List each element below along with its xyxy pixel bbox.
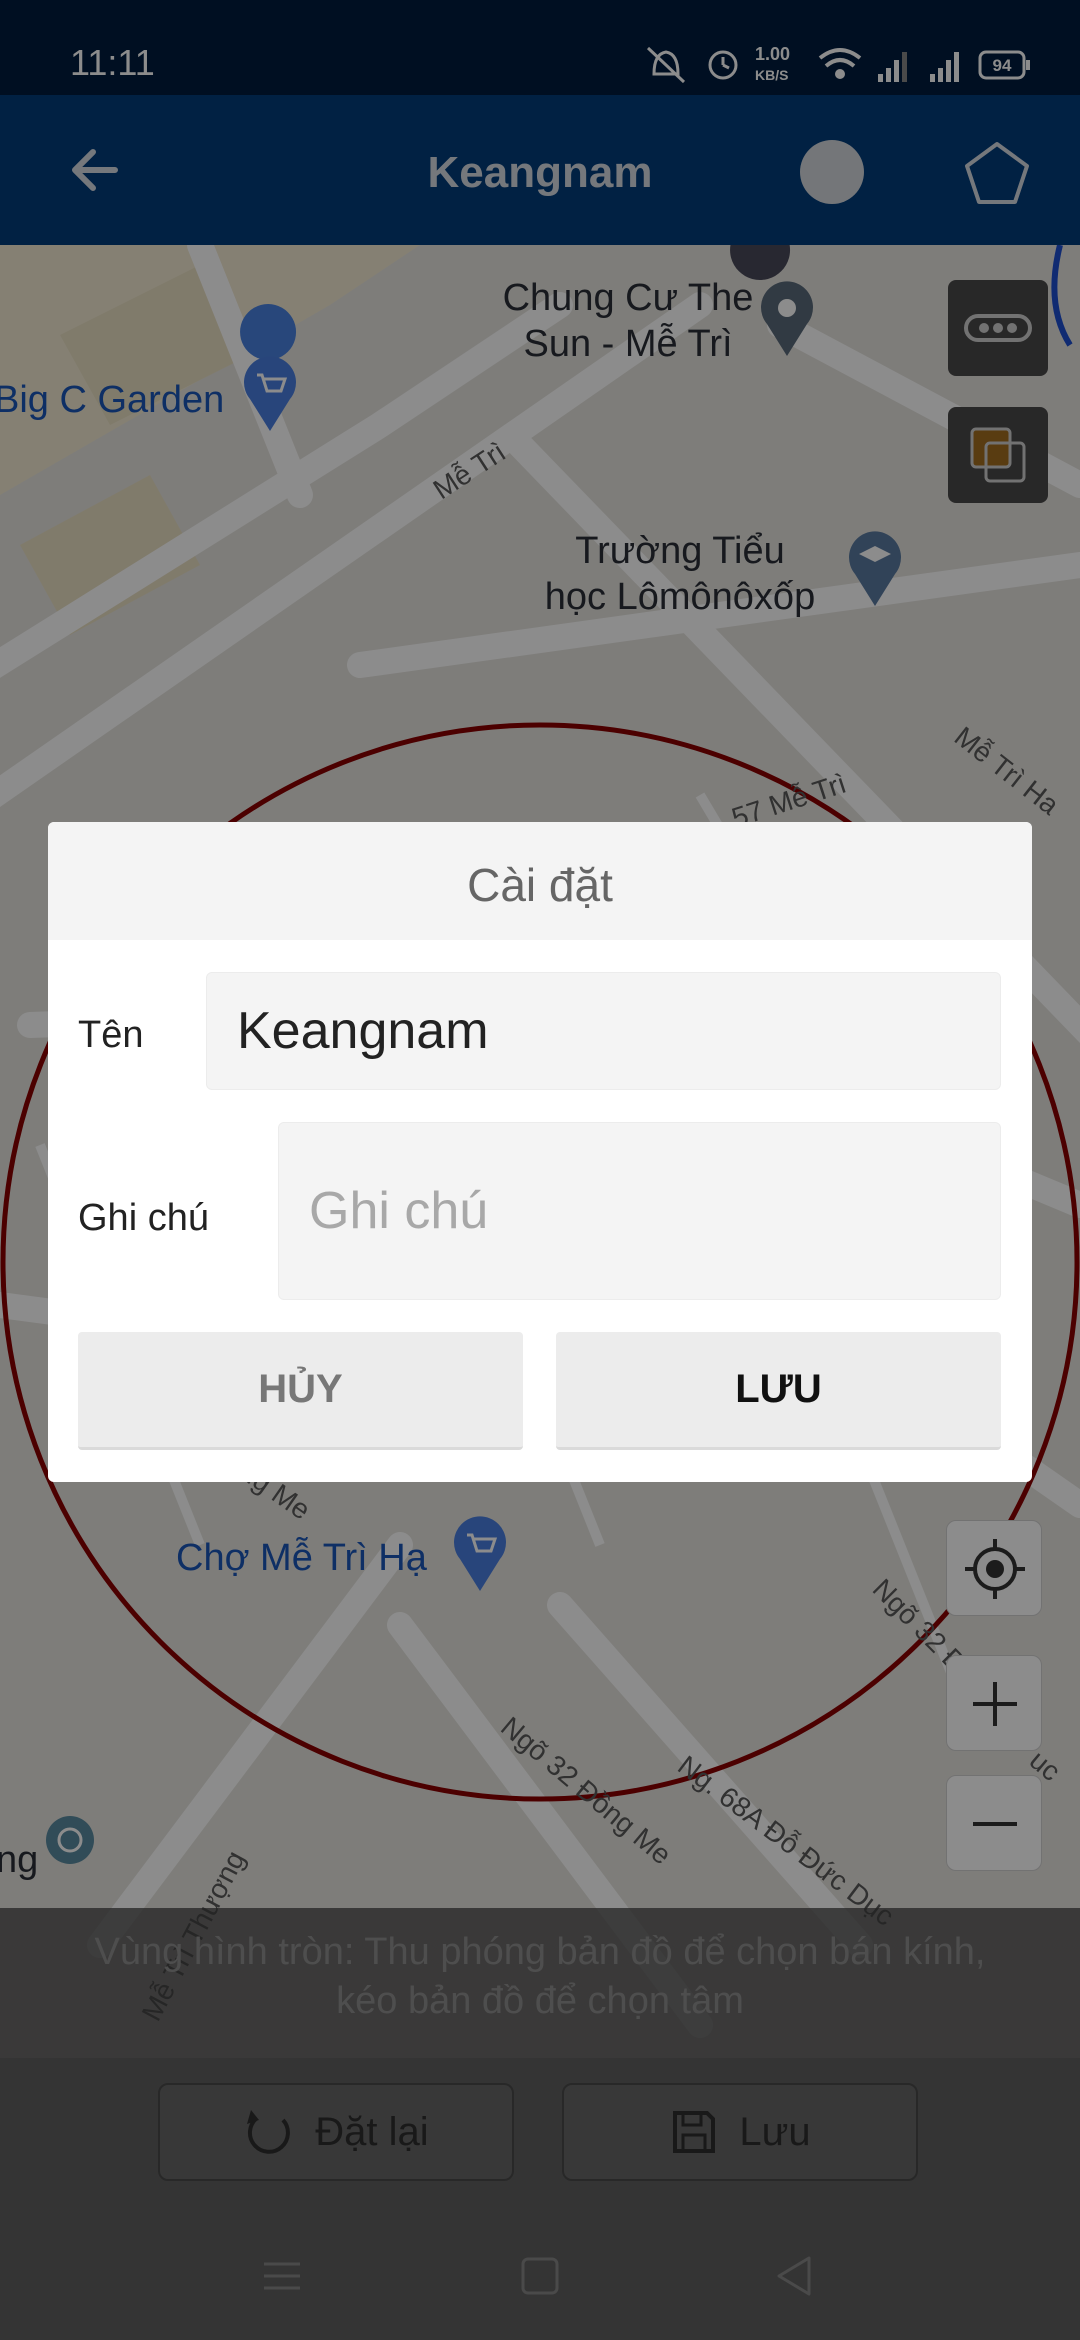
note-input[interactable]: Ghi chú [278,1122,1001,1300]
name-input[interactable]: Keangnam [206,972,1001,1090]
cancel-button[interactable]: HỦY [78,1332,523,1450]
settings-dialog: Cài đặt Tên Keangnam Ghi chú Ghi chú HỦY… [48,822,1032,1482]
dialog-title: Cài đặt [467,859,613,911]
square-icon[interactable] [510,2246,570,2306]
triangle-back-icon[interactable] [765,2246,825,2306]
note-label: Ghi chú [78,1197,209,1239]
menu-icon[interactable] [252,2246,312,2306]
save-button[interactable]: LƯU [556,1332,1001,1450]
name-label: Tên [78,1014,144,1056]
